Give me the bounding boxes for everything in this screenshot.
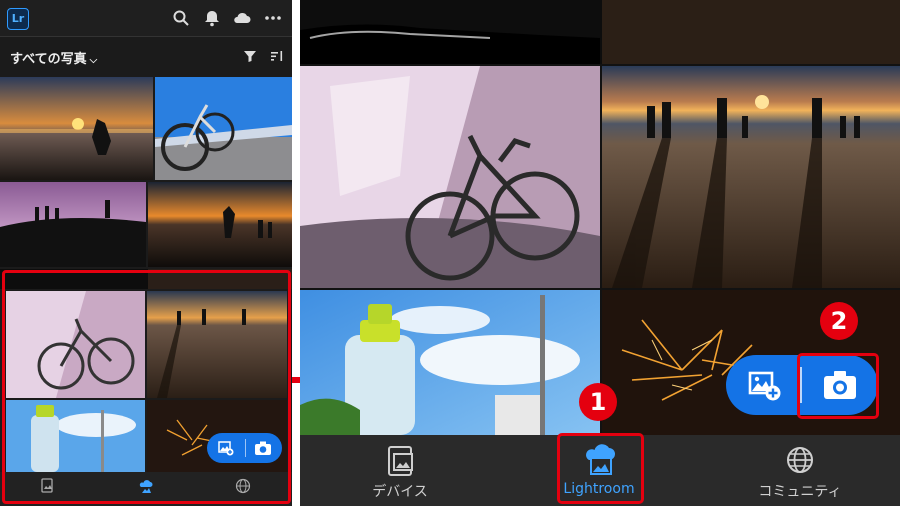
left-phone-screen: Lr すべての写真 ⌵ (0, 0, 292, 506)
photo-sunset-running[interactable] (148, 182, 292, 267)
nav-label-community: コミュニティ (758, 484, 842, 500)
highlight-frame-left (2, 270, 291, 504)
tutorial-screenshot: Lr すべての写真 ⌵ デバイス Lightroom コミュニティ 1 2 (0, 0, 900, 506)
nav-item-device[interactable]: デバイス (340, 435, 460, 506)
photo-purple-silhouettes[interactable] (0, 182, 146, 267)
step-badge-1: 1 (579, 383, 617, 421)
sort-icon[interactable] (270, 49, 284, 63)
photo-dark-top[interactable] (300, 0, 900, 64)
album-selector[interactable]: すべての写真 ⌵ (10, 48, 97, 67)
filter-icon[interactable] (243, 49, 257, 63)
more-icon[interactable] (264, 9, 282, 27)
app-header: Lr (0, 0, 292, 37)
bell-icon[interactable] (203, 9, 221, 27)
nav-label-device: デバイス (372, 484, 428, 500)
photo-bicycle-blue-sky[interactable] (155, 77, 292, 180)
album-title: すべての写真 (10, 52, 87, 67)
nav-item-community[interactable]: コミュニティ (735, 435, 865, 506)
highlight-lightroom-tab (557, 433, 644, 504)
album-bar: すべての写真 ⌵ (0, 38, 292, 76)
photo-water-bottle-large[interactable] (300, 290, 600, 435)
device-photos-icon (388, 446, 413, 476)
add-photo-icon[interactable] (748, 369, 782, 401)
globe-icon (787, 447, 813, 473)
search-icon[interactable] (172, 9, 190, 27)
step-badge-2: 2 (820, 302, 858, 340)
chevron-down-icon: ⌵ (89, 55, 98, 66)
lightroom-logo[interactable]: Lr (7, 8, 29, 30)
cloud-icon[interactable] (232, 9, 252, 27)
photo-sunset-beach-jump[interactable] (0, 77, 153, 180)
photo-beach-shadows-large[interactable] (602, 66, 900, 288)
highlight-camera-button (797, 353, 879, 419)
photo-bicycle-pink-wall-large[interactable] (300, 66, 600, 288)
right-phone-zoomed: デバイス Lightroom コミュニティ (300, 0, 900, 506)
